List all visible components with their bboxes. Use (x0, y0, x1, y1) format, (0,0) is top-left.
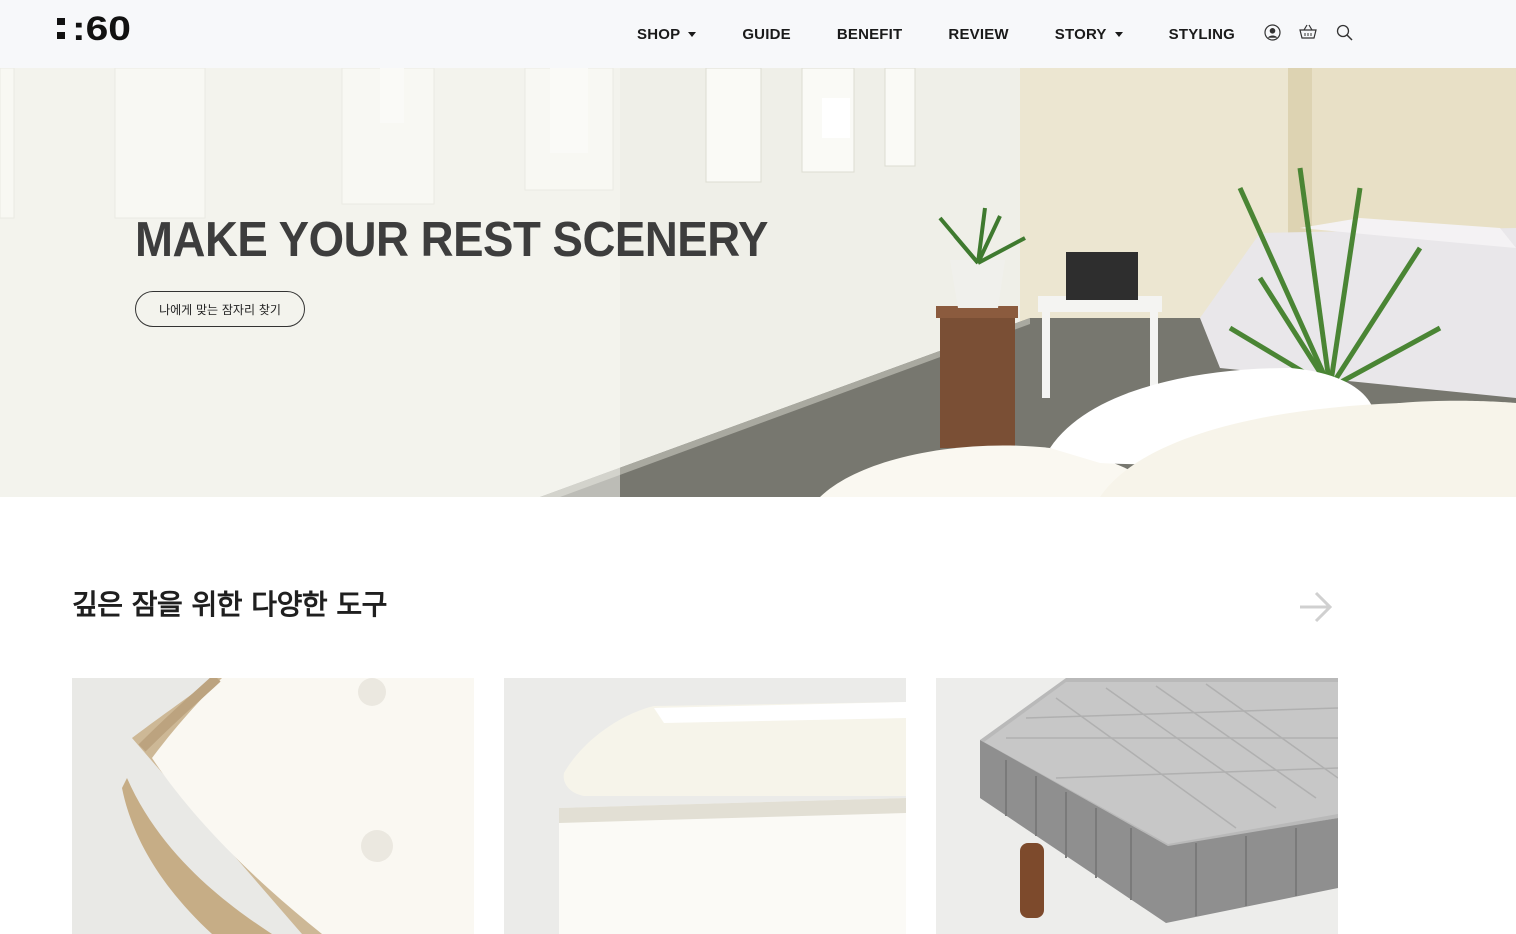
main-menu: SHOP GUIDE BENEFIT REVIEW STORY STYLING (637, 0, 1235, 68)
nav-styling[interactable]: STYLING (1169, 26, 1235, 43)
nav-story-label: STORY (1054, 25, 1107, 43)
arrow-right-icon[interactable] (1296, 590, 1336, 624)
product-card-bed-base[interactable] (936, 678, 1338, 934)
product-card-mattress[interactable] (72, 678, 474, 934)
logo-text: :60 (72, 12, 131, 46)
nav-review-label: REVIEW (948, 25, 1009, 43)
nav-guide[interactable]: GUIDE (742, 26, 791, 43)
hero-background-image (0, 68, 1516, 497)
user-icon[interactable] (1262, 22, 1282, 42)
pillow-topper-image (504, 678, 906, 934)
hero-banner: MAKE YOUR REST SCENERY 나에게 맞는 잠자리 찾기 (0, 68, 1516, 497)
nav-shop[interactable]: SHOP (637, 25, 697, 43)
nav-review[interactable]: REVIEW (948, 26, 1008, 43)
search-icon[interactable] (1334, 22, 1354, 42)
grey-bed-base-image (936, 678, 1338, 934)
top-navigation: :60 SHOP GUIDE BENEFIT REVIEW STORY STYL… (0, 0, 1516, 68)
chevron-down-icon (688, 31, 697, 37)
product-card-pillow[interactable] (504, 678, 906, 934)
basket-icon[interactable] (1298, 22, 1318, 42)
brand-logo[interactable]: :60 (56, 12, 148, 46)
mattress-corner-image (72, 678, 474, 934)
nav-benefit-label: BENEFIT (836, 25, 903, 43)
nav-icon-group (1262, 22, 1354, 42)
nav-styling-label: STYLING (1168, 25, 1236, 43)
section-title: 깊은 잠을 위한 다양한 도구 (72, 588, 387, 621)
nav-benefit[interactable]: BENEFIT (837, 26, 903, 43)
find-bedding-button[interactable]: 나에게 맞는 잠자리 찾기 (135, 291, 305, 327)
nav-shop-label: SHOP (637, 25, 681, 43)
chevron-down-icon (1114, 31, 1123, 37)
nav-story[interactable]: STORY (1055, 26, 1123, 43)
hero-title: MAKE YOUR REST SCENERY (135, 213, 768, 267)
nav-guide-label: GUIDE (742, 25, 791, 43)
